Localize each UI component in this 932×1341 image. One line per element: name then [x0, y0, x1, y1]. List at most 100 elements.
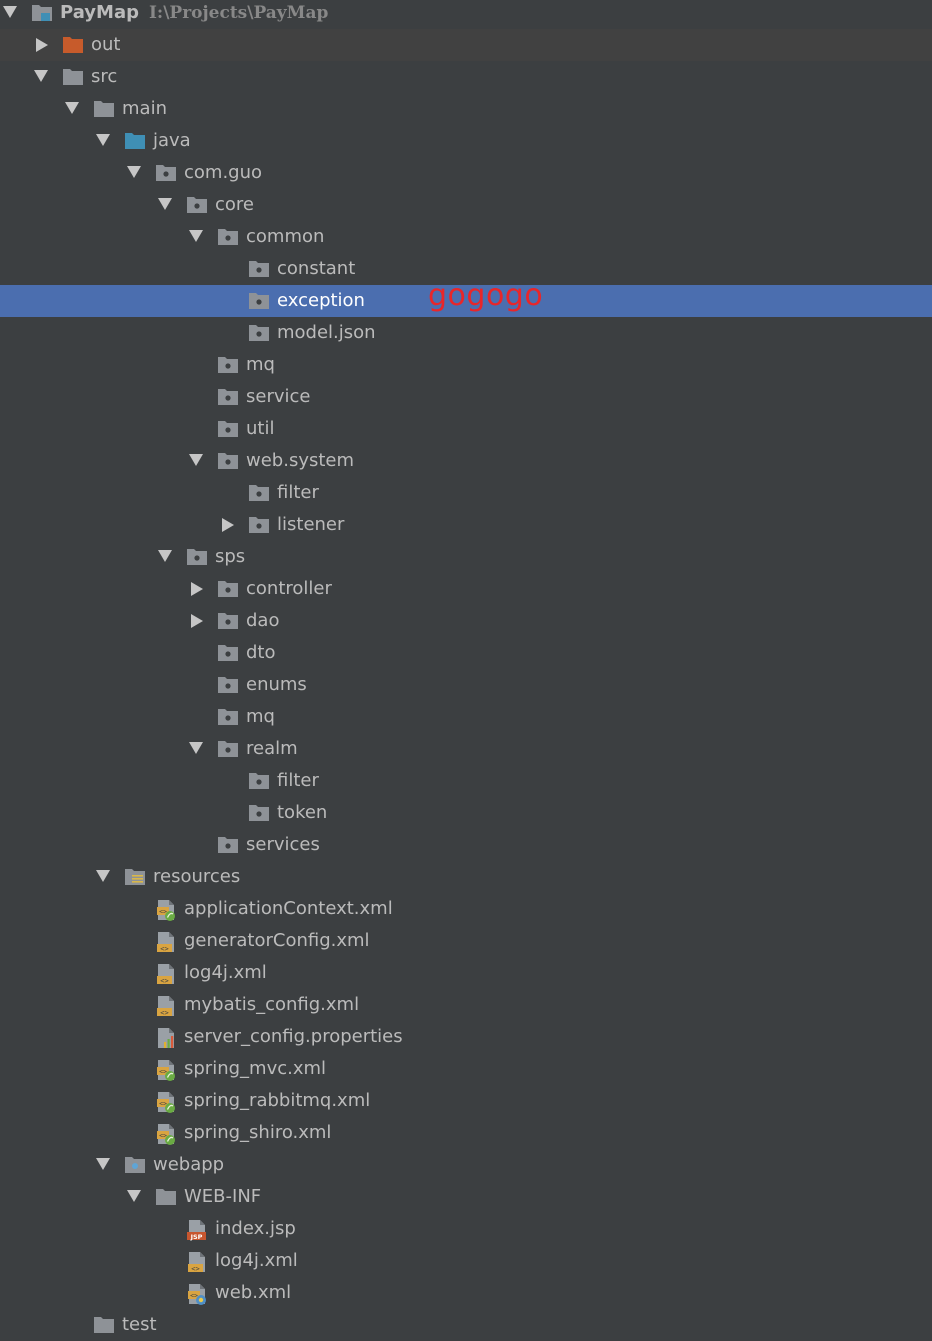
- web-folder-icon: [124, 1155, 146, 1175]
- tree-row[interactable]: src: [0, 61, 932, 93]
- collapse-arrow-icon[interactable]: [36, 38, 48, 52]
- tree-row[interactable]: mq: [0, 701, 932, 733]
- package-icon: [248, 291, 270, 311]
- tree-item-label: applicationContext.xml: [184, 898, 393, 919]
- tree-item-label: log4j.xml: [215, 1250, 298, 1271]
- tree-item-label: services: [246, 834, 320, 855]
- package-icon: [248, 771, 270, 791]
- tree-row[interactable]: <> spring_rabbitmq.xml: [0, 1085, 932, 1117]
- project-path: I:\Projects\PayMap: [148, 3, 329, 23]
- tree-item-label: test: [122, 1314, 157, 1335]
- expand-arrow-icon[interactable]: [65, 102, 79, 114]
- package-icon: [217, 707, 239, 727]
- spring-xml-icon: <>: [155, 899, 177, 921]
- tree-row[interactable]: dto: [0, 637, 932, 669]
- tree-row[interactable]: core: [0, 189, 932, 221]
- tree-row[interactable]: resources: [0, 861, 932, 893]
- tree-item-label: realm: [246, 738, 298, 759]
- collapse-arrow-icon[interactable]: [222, 518, 234, 532]
- tree-row[interactable]: services: [0, 829, 932, 861]
- tree-row[interactable]: <> mybatis_config.xml: [0, 989, 932, 1021]
- expand-arrow-icon[interactable]: [96, 870, 110, 882]
- expand-arrow-icon[interactable]: [96, 1158, 110, 1170]
- package-icon: [248, 803, 270, 823]
- tree-row[interactable]: realm: [0, 733, 932, 765]
- tree-item-label: index.jsp: [215, 1218, 296, 1239]
- tree-row[interactable]: model.json: [0, 317, 932, 349]
- tree-item-label: src: [91, 66, 118, 87]
- source-folder-icon: [124, 131, 146, 151]
- tree-row[interactable]: <> spring_mvc.xml: [0, 1053, 932, 1085]
- tree-row[interactable]: test: [0, 1309, 932, 1341]
- tree-row[interactable]: sps: [0, 541, 932, 573]
- tree-row[interactable]: enums: [0, 669, 932, 701]
- tree-item-label: spring_mvc.xml: [184, 1058, 327, 1079]
- expand-arrow-icon[interactable]: [127, 1190, 141, 1202]
- tree-row[interactable]: com.guo: [0, 157, 932, 189]
- expand-arrow-icon[interactable]: [158, 550, 172, 562]
- tree-row[interactable]: <> web.xml: [0, 1277, 932, 1309]
- tree-row[interactable]: service: [0, 381, 932, 413]
- tree-item-label: generatorConfig.xml: [184, 930, 370, 951]
- tree-item-label: WEB-INF: [184, 1186, 262, 1207]
- tree-row[interactable]: WEB-INF: [0, 1181, 932, 1213]
- expand-arrow-icon[interactable]: [127, 166, 141, 178]
- properties-file-icon: [155, 1027, 177, 1048]
- tree-row[interactable]: filter: [0, 765, 932, 797]
- tree-row[interactable]: token: [0, 797, 932, 829]
- expand-arrow-icon[interactable]: [189, 230, 203, 242]
- tree-row[interactable]: <> spring_shiro.xml: [0, 1117, 932, 1149]
- tree-item-label: filter: [277, 482, 319, 503]
- tree-row[interactable]: util: [0, 413, 932, 445]
- tree-row[interactable]: common: [0, 221, 932, 253]
- tree-row[interactable]: dao: [0, 605, 932, 637]
- tree-item-label: dao: [246, 610, 280, 631]
- tree-item-label: controller: [246, 578, 332, 599]
- svg-text:JSP: JSP: [190, 1233, 203, 1241]
- package-icon: [217, 227, 239, 247]
- tree-row[interactable]: java: [0, 125, 932, 157]
- spring-xml-icon: <>: [155, 1123, 177, 1145]
- tree-item-label: filter: [277, 770, 319, 791]
- expand-arrow-icon[interactable]: [189, 742, 203, 754]
- tree-row[interactable]: controller: [0, 573, 932, 605]
- expand-arrow-icon[interactable]: [34, 70, 48, 82]
- tree-item-label: core: [215, 194, 254, 215]
- package-icon: [217, 579, 239, 599]
- tree-row[interactable]: mq: [0, 349, 932, 381]
- expand-arrow-icon[interactable]: [189, 454, 203, 466]
- tree-item-label: java: [153, 130, 191, 151]
- tree-row[interactable]: <> applicationContext.xml: [0, 893, 932, 925]
- tree-row[interactable]: listener: [0, 509, 932, 541]
- tree-row[interactable]: server_config.properties: [0, 1021, 932, 1053]
- package-icon: [248, 323, 270, 343]
- package-icon: [217, 611, 239, 631]
- tree-row[interactable]: out: [0, 29, 932, 61]
- tree-item-label: log4j.xml: [184, 962, 267, 983]
- tree-item-label: service: [246, 386, 311, 407]
- collapse-arrow-icon[interactable]: [191, 582, 203, 596]
- tree-row[interactable]: filter: [0, 477, 932, 509]
- tree-item-label: spring_shiro.xml: [184, 1122, 332, 1143]
- tree-row[interactable]: main: [0, 93, 932, 125]
- tree-item-label: exception: [277, 290, 365, 311]
- tree-row[interactable]: JSP index.jsp: [0, 1213, 932, 1245]
- tree-row[interactable]: PayMap I:\Projects\PayMap: [0, 0, 932, 29]
- tree-row[interactable]: web.system: [0, 445, 932, 477]
- tree-row[interactable]: <> generatorConfig.xml: [0, 925, 932, 957]
- folder-icon: [155, 1187, 177, 1207]
- tree-row[interactable]: <> log4j.xml: [0, 1245, 932, 1277]
- resources-folder-icon: [124, 867, 146, 887]
- expand-arrow-icon[interactable]: [3, 6, 17, 18]
- expand-arrow-icon[interactable]: [158, 198, 172, 210]
- package-icon: [217, 643, 239, 663]
- tree-row[interactable]: webapp: [0, 1149, 932, 1181]
- collapse-arrow-icon[interactable]: [191, 614, 203, 628]
- tree-item-label: mq: [246, 354, 275, 375]
- xml-file-icon: <>: [155, 931, 177, 953]
- tree-row[interactable]: <> log4j.xml: [0, 957, 932, 989]
- expand-arrow-icon[interactable]: [96, 134, 110, 146]
- tree-item-label: sps: [215, 546, 246, 567]
- tree-item-label: constant: [277, 258, 356, 279]
- tree-item-label: web.system: [246, 450, 355, 471]
